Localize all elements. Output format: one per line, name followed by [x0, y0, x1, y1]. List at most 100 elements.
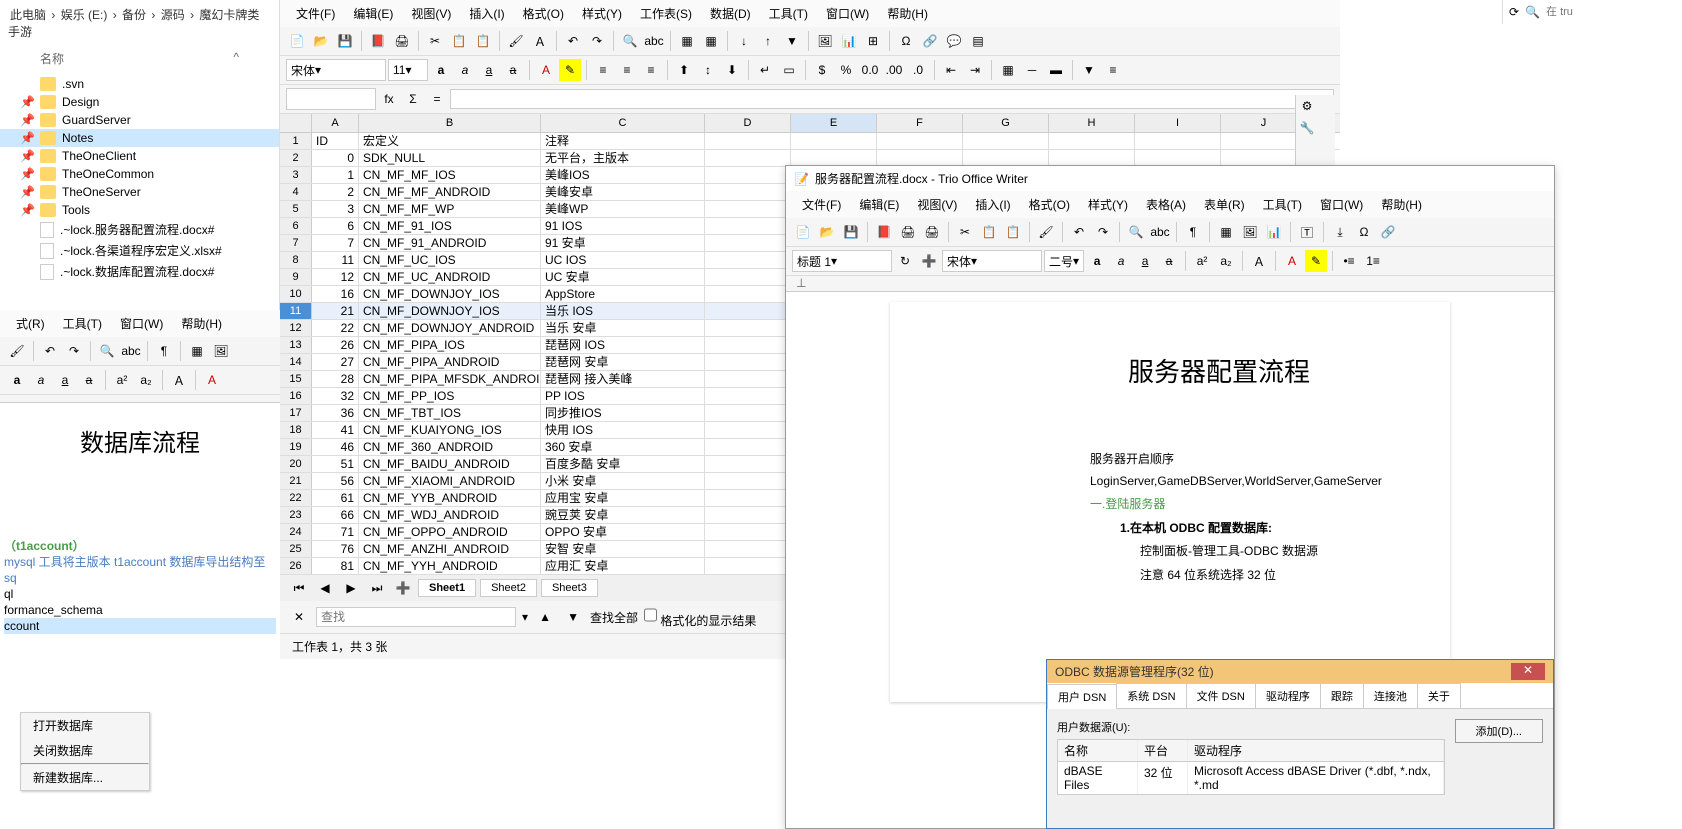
- subscript-icon[interactable]: a₂: [1215, 250, 1237, 272]
- menu-item[interactable]: 格式(O): [1021, 194, 1078, 215]
- paste-icon[interactable]: 📋: [1002, 221, 1024, 243]
- underline-icon[interactable]: a: [54, 369, 76, 391]
- menu-item[interactable]: 工具(T): [761, 3, 816, 24]
- menu-item[interactable]: 窗口(W): [1312, 194, 1371, 215]
- folder-item[interactable]: 📌TheOneClient: [0, 147, 279, 165]
- paste-icon[interactable]: 📋: [472, 30, 494, 52]
- menu-item[interactable]: 样式(Y): [1080, 194, 1136, 215]
- table-row[interactable]: dBASE Files 32 位 Microsoft Access dBASE …: [1058, 762, 1444, 794]
- file-item[interactable]: .~lock.服务器配置流程.docx#: [0, 219, 279, 240]
- folder-item[interactable]: 📌Design: [0, 93, 279, 111]
- strike-icon[interactable]: a: [1158, 250, 1180, 272]
- sort-desc-icon[interactable]: ↑: [757, 30, 779, 52]
- subscript-icon[interactable]: a₂: [135, 369, 157, 391]
- format-toolbar[interactable]: 标题 1 ▾ ↻ ➕ 宋体 ▾ 二号 ▾ a a a a a² a₂ Ａ A ✎…: [786, 247, 1554, 276]
- save-icon[interactable]: 💾: [334, 30, 356, 52]
- add-sheet-icon[interactable]: ➕: [392, 577, 414, 599]
- col-icon[interactable]: ▦: [700, 30, 722, 52]
- close-icon[interactable]: ✕: [1511, 663, 1545, 680]
- clear-format-icon[interactable]: Ａ: [168, 369, 190, 391]
- menu-item[interactable]: 文件(F): [794, 194, 849, 215]
- border-color-icon[interactable]: ▬: [1045, 59, 1067, 81]
- align-right-icon[interactable]: ≡: [640, 59, 662, 81]
- underline-icon[interactable]: a: [478, 59, 500, 81]
- brush-icon[interactable]: 🖌: [1035, 221, 1057, 243]
- list-item[interactable]: formance_schema: [4, 602, 276, 618]
- format-toolbar[interactable]: a a a a a² a₂ Ａ A: [0, 366, 280, 395]
- dec-dec-icon[interactable]: .0: [907, 59, 929, 81]
- font-size-combo[interactable]: 二号 ▾: [1044, 250, 1084, 272]
- wrench-icon[interactable]: 🔧: [1296, 117, 1318, 139]
- menubar[interactable]: 式(R)工具(T)窗口(W)帮助(H): [0, 310, 280, 337]
- cut-icon[interactable]: ✂: [954, 221, 976, 243]
- nonprint-icon[interactable]: ¶: [153, 340, 175, 362]
- menu-item[interactable]: 帮助(H): [173, 313, 230, 334]
- menu-item[interactable]: 数据(D): [702, 3, 759, 24]
- font-color-icon[interactable]: A: [201, 369, 223, 391]
- format-toolbar[interactable]: 宋体 ▾ 11 ▾ a a a a A ✎ ≡ ≡ ≡ ⬆ ↕ ⬇ ↵ ▭ $ …: [280, 56, 1340, 85]
- table-icon[interactable]: ▦: [186, 340, 208, 362]
- menu-item[interactable]: 关闭数据库: [21, 738, 149, 763]
- title-bar[interactable]: 📝 服务器配置流程.docx - Trio Office Writer: [786, 166, 1554, 191]
- undo-icon[interactable]: ↶: [562, 30, 584, 52]
- redo-icon[interactable]: ↷: [586, 30, 608, 52]
- indent-dec-icon[interactable]: ⇤: [940, 59, 962, 81]
- valign-top-icon[interactable]: ⬆: [673, 59, 695, 81]
- brush-icon[interactable]: 🖌: [6, 340, 28, 362]
- new-icon[interactable]: 📄: [792, 221, 814, 243]
- new-style-icon[interactable]: ➕: [918, 250, 940, 272]
- menu-item[interactable]: 视图(V): [909, 194, 965, 215]
- underline-icon[interactable]: a: [1134, 250, 1156, 272]
- italic-icon[interactable]: a: [454, 59, 476, 81]
- menu-item[interactable]: 新建数据库...: [21, 765, 149, 790]
- undo-icon[interactable]: ↶: [39, 340, 61, 362]
- menu-item[interactable]: 表单(R): [1196, 194, 1253, 215]
- indent-inc-icon[interactable]: ⇥: [964, 59, 986, 81]
- image-icon[interactable]: 🖼: [1239, 221, 1261, 243]
- document-page[interactable]: 服务器配置流程 服务器开启顺序 LoginServer,GameDBServer…: [890, 302, 1450, 702]
- pdf-icon[interactable]: 📕: [367, 30, 389, 52]
- percent-icon[interactable]: %: [835, 59, 857, 81]
- strike-icon[interactable]: a: [502, 59, 524, 81]
- border-icon[interactable]: ▦: [997, 59, 1019, 81]
- folder-item[interactable]: 📌Notes: [0, 129, 279, 147]
- comment-icon[interactable]: 💬: [943, 30, 965, 52]
- menu-item[interactable]: 视图(V): [403, 3, 459, 24]
- symbol-icon[interactable]: Ω: [895, 30, 917, 52]
- sheet-tab[interactable]: Sheet3: [541, 579, 598, 597]
- clear-icon[interactable]: Ａ: [529, 30, 551, 52]
- redo-icon[interactable]: ↷: [63, 340, 85, 362]
- image-icon[interactable]: 🖼: [814, 30, 836, 52]
- tab[interactable]: 关于: [1417, 683, 1461, 708]
- italic-icon[interactable]: a: [30, 369, 52, 391]
- highlight-icon[interactable]: ✎: [1305, 250, 1327, 272]
- merge-icon[interactable]: ▭: [778, 59, 800, 81]
- nonprint-icon[interactable]: ¶: [1182, 221, 1204, 243]
- sort-asc-icon[interactable]: ↓: [733, 30, 755, 52]
- print-direct-icon[interactable]: 🖨: [897, 221, 919, 243]
- folder-item[interactable]: 📌TheOneCommon: [0, 165, 279, 183]
- font-name-combo[interactable]: 宋体 ▾: [942, 250, 1042, 272]
- folder-item[interactable]: 📌GuardServer: [0, 111, 279, 129]
- new-icon[interactable]: 📄: [286, 30, 308, 52]
- find-icon[interactable]: 🔍: [619, 30, 641, 52]
- menu-item[interactable]: 样式(Y): [574, 3, 630, 24]
- pdf-icon[interactable]: 📕: [873, 221, 895, 243]
- row-icon[interactable]: ▦: [676, 30, 698, 52]
- font-color-icon[interactable]: A: [535, 59, 557, 81]
- update-style-icon[interactable]: ↻: [894, 250, 916, 272]
- copy-icon[interactable]: 📋: [448, 30, 470, 52]
- menu-item[interactable]: 插入(I): [967, 194, 1018, 215]
- menu-item[interactable]: 帮助(H): [879, 3, 936, 24]
- font-name-combo[interactable]: 宋体 ▾: [286, 59, 386, 81]
- add-button[interactable]: 添加(D)...: [1455, 719, 1543, 743]
- find-prev-icon[interactable]: ▲: [534, 606, 556, 628]
- menu-item[interactable]: 打开数据库: [21, 713, 149, 738]
- refresh-icon[interactable]: ⟳: [1509, 5, 1519, 19]
- tab[interactable]: 用户 DSN: [1047, 684, 1117, 709]
- copy-icon[interactable]: 📋: [978, 221, 1000, 243]
- context-menu[interactable]: 打开数据库 关闭数据库 新建数据库...: [20, 712, 150, 791]
- menu-item[interactable]: 表格(A): [1138, 194, 1194, 215]
- list-item[interactable]: ql: [4, 586, 276, 602]
- bold-icon[interactable]: a: [1086, 250, 1108, 272]
